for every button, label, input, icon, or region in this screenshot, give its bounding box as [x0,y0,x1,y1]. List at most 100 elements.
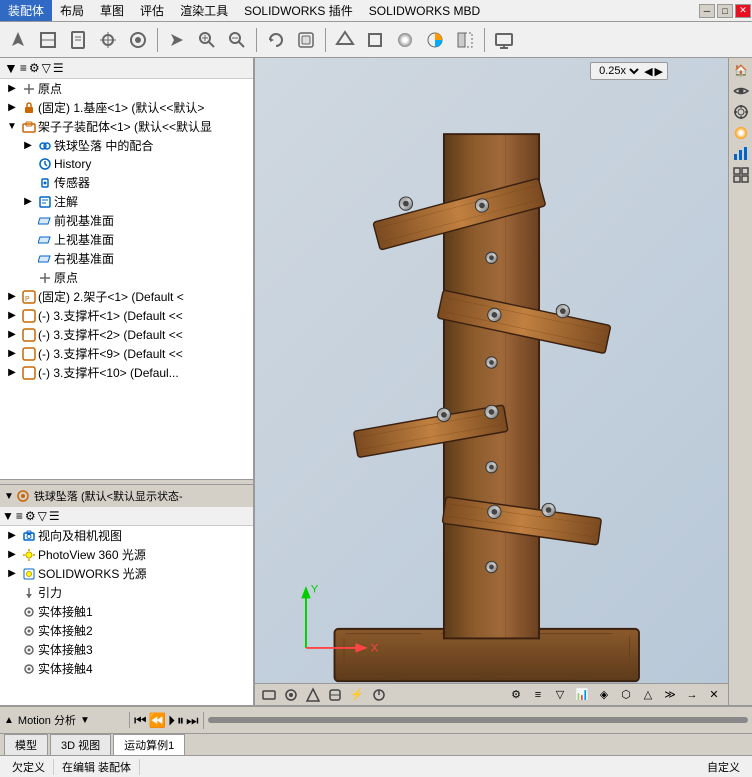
right-btn-chart[interactable] [731,144,751,164]
tree-item-frame[interactable]: ▶ P (固定) 2.架子<1> (Default < [0,287,253,306]
lower-filter-icon[interactable]: ▼ [2,509,14,523]
tree-item-mates[interactable]: ▶ 铁球坠落 中的配合 [0,136,253,155]
feature-tree[interactable]: ▶ 原点 ▶ (固定) 1.基座<1> (默认<<默认> [0,79,253,479]
tree-item-sensor[interactable]: 传感器 [0,173,253,192]
right-btn-palette[interactable] [731,123,751,143]
lower-btn-1[interactable]: ≡ [16,509,23,523]
right-btn-grid[interactable] [731,165,751,185]
menu-item-sw-mbd[interactable]: SOLIDWORKS MBD [361,2,488,20]
vp-btn-1[interactable] [259,686,279,704]
motion-control-play[interactable]: ⏵ [168,712,175,729]
tree-item-base[interactable]: ▶ (固定) 1.基座<1> (默认<<默认> [0,98,253,117]
vp-btn-tools-1[interactable]: ⚙ [506,686,526,704]
expand-icon[interactable]: ▶ [4,348,20,359]
vp-btn-3[interactable] [303,686,323,704]
tree-item-origin-sub[interactable]: 原点 [0,268,253,287]
lower-btn-4[interactable]: ☰ [49,509,60,523]
right-btn-home[interactable]: 🏠 [731,60,751,80]
menu-item-sw-plugin[interactable]: SOLIDWORKS 插件 [236,0,361,21]
tree-item-contact-1[interactable]: 实体接触1 [0,602,253,621]
expand-icon[interactable]: ▶ [4,568,20,579]
toolbar-btn-section[interactable] [451,26,479,54]
expand-icon[interactable]: ▶ [4,83,20,94]
menu-item-layout[interactable]: 布局 [52,0,92,21]
filter-btn-3[interactable]: ▽ [42,61,51,75]
minimize-button[interactable]: ─ [699,4,715,18]
tree-item-sw-lights[interactable]: ▶ SOLIDWORKS 光源 [0,564,253,583]
toolbar-btn-3[interactable] [64,26,92,54]
tree-item-history[interactable]: History [0,155,253,173]
expand-icon[interactable]: ▶ [20,196,36,207]
lower-feature-tree[interactable]: ▶ 视向及相机视图 ▶ PhotoView 360 光源 [0,526,253,705]
tree-item-right-plane[interactable]: 右视基准面 [0,249,253,268]
toolbar-btn-3d-1[interactable] [331,26,359,54]
toolbar-btn-5[interactable] [124,26,152,54]
toolbar-btn-shade[interactable] [391,26,419,54]
tree-item-photoview[interactable]: ▶ PhotoView 360 光源 [0,545,253,564]
zoom-indicator[interactable]: 0.25x 0.5x 1x 2x ◀ ▶ [590,62,668,80]
lower-btn-3[interactable]: ▽ [38,509,47,523]
toolbar-btn-1[interactable] [4,26,32,54]
toolbar-btn-display[interactable] [490,26,518,54]
tree-item-gravity[interactable]: 引力 [0,583,253,602]
tree-item-annotations[interactable]: ▶ 注解 [0,192,253,211]
vp-btn-tools-8[interactable]: ≫ [660,686,680,704]
menu-item-evaluate[interactable]: 评估 [132,0,172,21]
menu-item-sketch[interactable]: 草图 [92,0,132,21]
tree-item-front-plane[interactable]: 前视基准面 [0,211,253,230]
tree-item-support-10[interactable]: ▶ (-) 3.支撑杆<10> (Defaul... [0,363,253,382]
panel-collapse-icon[interactable]: ▲ [4,715,14,726]
expand-icon[interactable]: ▶ [4,329,20,340]
zoom-arrow-right[interactable]: ▶ [655,65,663,78]
motion-control-pause[interactable]: ⏸ [177,712,184,729]
zoom-arrow-left[interactable]: ◀ [644,65,652,78]
vp-btn-tools-2[interactable]: ≡ [528,686,548,704]
vp-btn-tools-9[interactable]: → [682,686,702,704]
filter-icon[interactable]: ▼ [4,60,18,76]
vp-btn-tools-4[interactable]: 📊 [572,686,592,704]
tab-3d-view[interactable]: 3D 视图 [50,734,111,755]
right-btn-target[interactable] [731,102,751,122]
toolbar-btn-zoom-fit[interactable] [223,26,251,54]
tree-item-support-9[interactable]: ▶ (-) 3.支撑杆<9> (Default << [0,344,253,363]
maximize-button[interactable]: □ [717,4,733,18]
expand-lower[interactable]: ▼ [4,491,14,502]
toolbar-btn-4[interactable] [94,26,122,54]
expand-icon[interactable]: ▶ [4,530,20,541]
vp-btn-tools-10[interactable]: ✕ [704,686,724,704]
expand-icon[interactable]: ▶ [4,310,20,321]
toolbar-btn-rotate[interactable] [262,26,290,54]
close-button[interactable]: ✕ [735,4,751,18]
motion-control-back[interactable]: ⏪ [149,712,166,729]
tree-item-top-plane[interactable]: 上视基准面 [0,230,253,249]
toolbar-btn-2[interactable] [34,26,62,54]
tab-model[interactable]: 模型 [4,734,48,755]
toolbar-btn-zoom[interactable] [193,26,221,54]
toolbar-btn-3d-2[interactable] [361,26,389,54]
vp-btn-5[interactable]: ⚡ [347,686,367,704]
tree-item-support-2[interactable]: ▶ (-) 3.支撑杆<2> (Default << [0,325,253,344]
vp-btn-tools-5[interactable]: ◈ [594,686,614,704]
expand-icon[interactable]: ▶ [4,102,20,113]
filter-btn-4[interactable]: ☰ [53,61,64,75]
3d-viewport[interactable]: Y X 0.25x 0.5x 1x 2x ◀ ▶ [255,58,728,705]
tree-item-contact-2[interactable]: 实体接触2 [0,621,253,640]
vp-btn-6[interactable] [369,686,389,704]
menu-item-assembly[interactable]: 装配体 [0,0,52,21]
tree-item-support-1[interactable]: ▶ (-) 3.支撑杆<1> (Default << [0,306,253,325]
expand-icon[interactable]: ▶ [20,140,36,151]
expand-icon[interactable]: ▶ [4,549,20,560]
vp-btn-tools-6[interactable]: ⬡ [616,686,636,704]
menu-item-render[interactable]: 渲染工具 [172,0,236,21]
tree-item-camera[interactable]: ▶ 视向及相机视图 [0,526,253,545]
zoom-select[interactable]: 0.25x 0.5x 1x 2x [595,64,642,78]
tab-motion-study[interactable]: 运动算例1 [113,734,185,755]
filter-btn-2[interactable]: ⚙ [29,61,40,75]
tree-item-contact-4[interactable]: 实体接触4 [0,659,253,678]
vp-btn-tools-7[interactable]: △ [638,686,658,704]
tree-item-sub-assembly[interactable]: ▼ 架子子装配体<1> (默认<<默认显 [0,117,253,136]
lower-btn-2[interactable]: ⚙ [25,509,36,523]
vp-btn-2[interactable] [281,686,301,704]
motion-dropdown-icon[interactable]: ▼ [80,715,90,726]
expand-icon[interactable]: ▼ [4,121,20,132]
